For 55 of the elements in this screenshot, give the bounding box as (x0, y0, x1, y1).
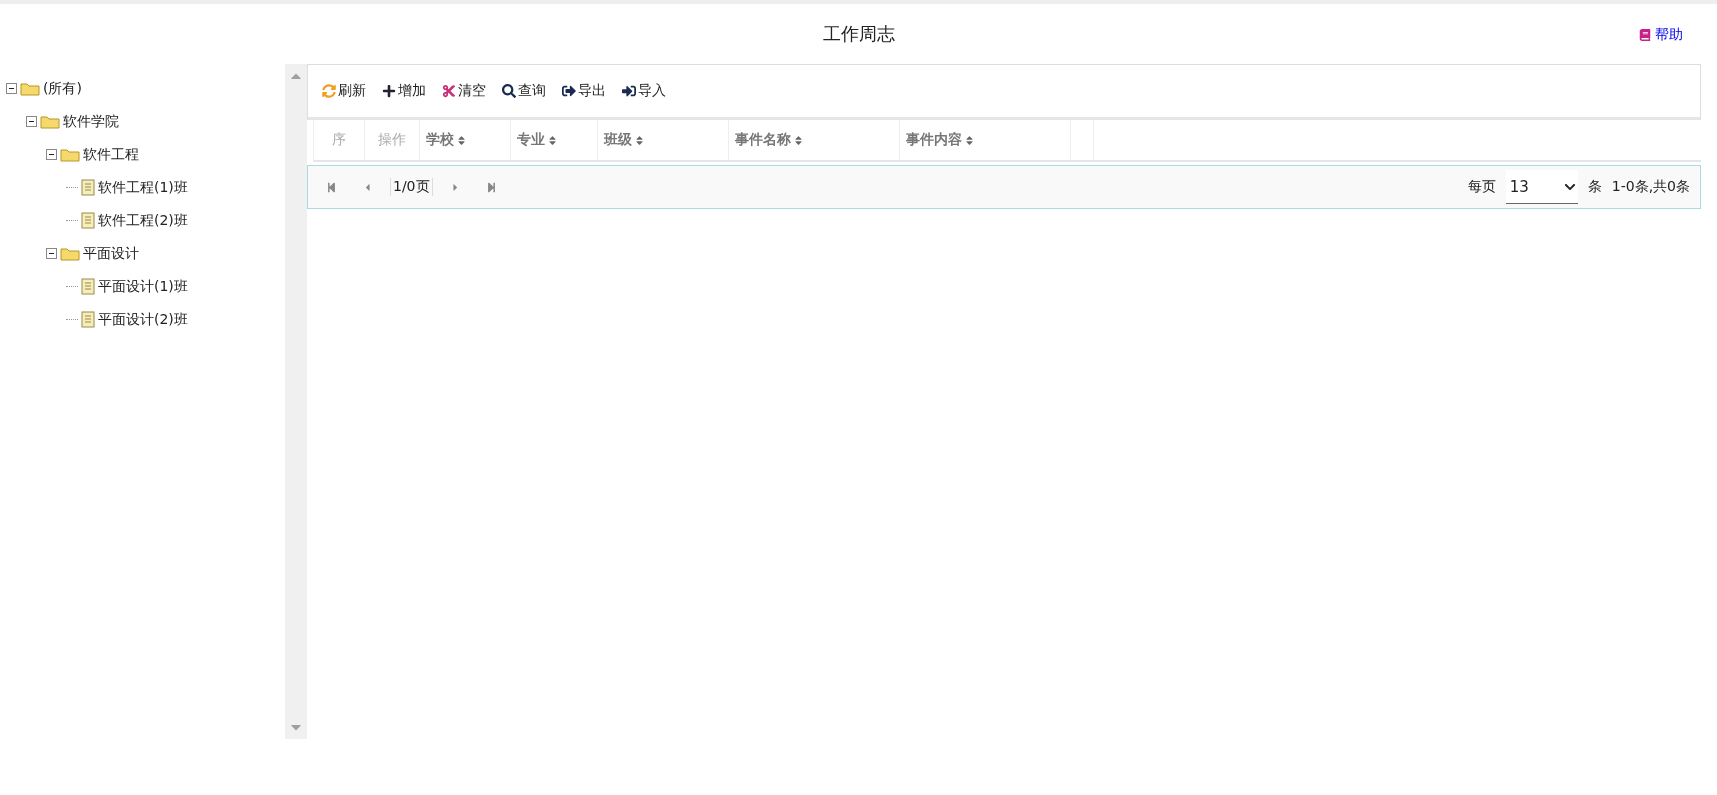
tree-item[interactable]: 软件工程 (83, 145, 139, 164)
page-indicator: 1/0页 (390, 178, 433, 196)
document-icon (81, 179, 95, 196)
first-page-icon (325, 181, 337, 193)
collapse-toggle-icon[interactable] (46, 149, 57, 160)
sort-icon[interactable] (964, 134, 975, 146)
collapse-toggle-icon[interactable] (46, 248, 57, 259)
tree-item[interactable]: 平面设计(2)班 (98, 310, 188, 329)
toolbar-button[interactable]: 导出 (562, 82, 606, 100)
toolbar-button[interactable]: 导入 (622, 82, 666, 100)
tree-item[interactable]: 平面设计 (83, 244, 139, 263)
toolbar-button[interactable]: 刷新 (322, 82, 366, 100)
toolbar-button[interactable]: 查询 (502, 82, 546, 100)
last-page-icon (486, 181, 498, 193)
toolbar-button[interactable]: 清空 (442, 82, 486, 100)
column-header: 操作 (378, 131, 406, 149)
sort-icon[interactable] (547, 134, 558, 146)
document-icon (81, 278, 95, 295)
refresh-icon (322, 84, 336, 98)
search-icon (502, 84, 516, 98)
sort-icon[interactable] (793, 134, 804, 146)
tree-item[interactable]: (所有) (43, 79, 82, 98)
plus-icon (382, 84, 396, 98)
column-header[interactable]: 事件内容 (906, 131, 962, 149)
per-page-label: 每页 (1467, 178, 1496, 196)
per-page-select[interactable]: 13 (1505, 170, 1578, 204)
sort-icon[interactable] (634, 134, 645, 146)
column-header[interactable]: 班级 (604, 131, 632, 149)
tree-item[interactable]: 软件工程(1)班 (98, 178, 188, 197)
tree-item[interactable]: 平面设计(1)班 (98, 277, 188, 296)
unit-label: 条 (1587, 178, 1602, 196)
tree-item[interactable]: 软件学院 (63, 112, 119, 131)
scissors-icon (442, 84, 456, 98)
document-icon (81, 212, 95, 229)
page-title: 工作周志 (822, 22, 895, 46)
document-icon (81, 311, 95, 328)
column-header[interactable]: 事件名称 (735, 131, 791, 149)
help-link[interactable]: 帮助 (1639, 26, 1683, 44)
sort-icon[interactable] (456, 134, 467, 146)
column-header: 序 (332, 131, 346, 149)
collapse-toggle-icon[interactable] (26, 116, 37, 127)
tree-item[interactable]: 软件工程(2)班 (98, 211, 188, 230)
folder-icon (60, 246, 80, 261)
import-icon (622, 84, 636, 98)
folder-icon (40, 114, 60, 129)
column-header[interactable]: 专业 (517, 131, 545, 149)
toolbar-button[interactable]: 增加 (382, 82, 426, 100)
record-summary: 1-0条,共0条 (1611, 178, 1690, 196)
book-icon (1639, 29, 1651, 41)
folder-icon (60, 147, 80, 162)
export-icon (562, 84, 576, 98)
scrollbar[interactable] (285, 64, 307, 739)
collapse-toggle-icon[interactable] (6, 83, 17, 94)
column-header[interactable]: 学校 (426, 131, 454, 149)
folder-icon (20, 81, 40, 96)
